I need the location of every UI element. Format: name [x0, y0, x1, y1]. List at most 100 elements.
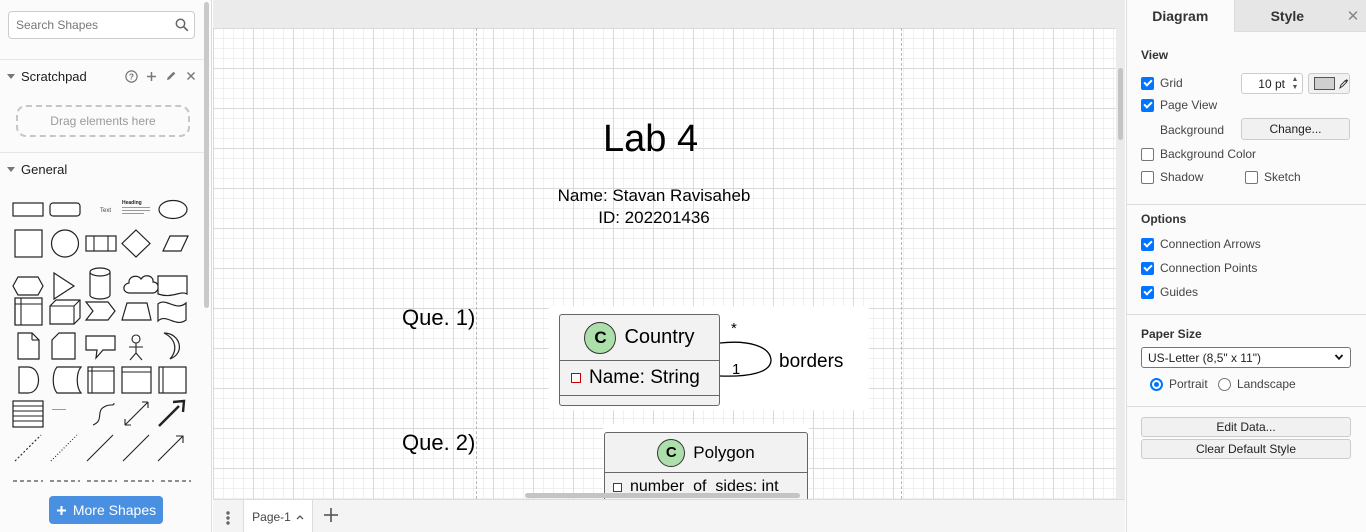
- sidebar-scrollbar[interactable]: [204, 2, 209, 308]
- chevron-up-icon[interactable]: ▲: [1292, 76, 1299, 83]
- shape-cylinder[interactable]: [89, 267, 111, 300]
- multiplicity-one-label[interactable]: 1: [732, 361, 740, 378]
- shape-container[interactable]: [14, 297, 43, 326]
- shadow-checkbox-box[interactable]: [1141, 170, 1154, 184]
- canvas-vertical-scrollbar[interactable]: [1118, 68, 1123, 140]
- paper-size-title: Paper Size: [1141, 327, 1202, 341]
- close-icon[interactable]: [184, 69, 198, 83]
- shape-square[interactable]: [14, 229, 43, 258]
- add-icon[interactable]: [144, 69, 158, 83]
- country-class-shape[interactable]: C Country Name: String: [559, 314, 720, 406]
- edit-data-button[interactable]: Edit Data...: [1141, 417, 1351, 437]
- shape-frame[interactable]: [121, 366, 152, 394]
- chevron-down-icon[interactable]: ▼: [1292, 84, 1299, 91]
- shape-note[interactable]: [17, 332, 40, 360]
- general-header[interactable]: General: [0, 152, 204, 185]
- shape-step[interactable]: [84, 301, 116, 321]
- page-view-checkbox-box[interactable]: [1141, 98, 1154, 112]
- change-background-button[interactable]: Change...: [1241, 118, 1350, 140]
- guides-checkbox-box[interactable]: [1141, 285, 1154, 299]
- shape-cube[interactable]: [49, 299, 81, 325]
- shape-list[interactable]: [12, 400, 44, 428]
- tab-style[interactable]: Style: [1233, 0, 1341, 32]
- search-shapes-input[interactable]: [8, 11, 195, 39]
- portrait-radio[interactable]: Portrait: [1150, 377, 1208, 391]
- search-icon[interactable]: [175, 18, 189, 32]
- question-1-label[interactable]: Que. 1): [402, 305, 475, 331]
- polygon-class-shape[interactable]: C Polygon number_of_sides: int: [604, 432, 808, 499]
- page-view-checkbox[interactable]: Page View: [1141, 98, 1217, 112]
- shape-trapezoid[interactable]: [121, 302, 152, 321]
- connection-arrows-checkbox[interactable]: Connection Arrows: [1141, 237, 1261, 251]
- shape-rectangle[interactable]: [12, 202, 44, 217]
- connection-points-checkbox-box[interactable]: [1141, 261, 1154, 275]
- multiplicity-many-label[interactable]: *: [731, 320, 737, 337]
- shape-stored-data[interactable]: [52, 366, 83, 394]
- association-role-label[interactable]: borders: [779, 351, 843, 373]
- shape-circle[interactable]: [50, 229, 80, 258]
- shape-bidirectional-connector[interactable]: [122, 434, 150, 462]
- canvas-horizontal-scrollbar[interactable]: [525, 493, 800, 498]
- scratchpad-drop-zone[interactable]: Drag elements here: [16, 105, 190, 137]
- grid-checkbox[interactable]: Grid: [1141, 76, 1183, 90]
- shape-callout[interactable]: [85, 335, 116, 360]
- grid-size-input[interactable]: 10 pt ▲ ▼: [1241, 73, 1303, 94]
- diagram-canvas[interactable]: Lab 4 Name: Stavan Ravisaheb ID: 2022014…: [213, 0, 1125, 499]
- shape-cloud[interactable]: [123, 275, 159, 294]
- shape-or[interactable]: [163, 332, 180, 360]
- edit-pencil-icon[interactable]: [164, 69, 178, 83]
- shape-parallelogram[interactable]: [162, 235, 189, 252]
- help-icon[interactable]: ?: [124, 69, 138, 83]
- student-id-text[interactable]: ID: 202201436: [551, 208, 757, 228]
- sketch-checkbox-box[interactable]: [1245, 170, 1258, 184]
- paper-size-value: US-Letter (8,5" x 11"): [1148, 350, 1262, 365]
- shape-delay[interactable]: [18, 366, 40, 394]
- shape-ellipse[interactable]: [158, 199, 188, 220]
- clear-default-style-button[interactable]: Clear Default Style: [1141, 439, 1351, 459]
- shape-heading[interactable]: Heading: [122, 200, 142, 206]
- more-shapes-button[interactable]: More Shapes: [49, 496, 163, 524]
- shape-document[interactable]: [157, 275, 188, 297]
- connection-points-checkbox[interactable]: Connection Points: [1141, 261, 1257, 275]
- shape-line[interactable]: [86, 434, 114, 462]
- pages-menu-icon[interactable]: [223, 510, 233, 526]
- page-tab-1[interactable]: Page-1: [243, 500, 313, 532]
- shape-triangle[interactable]: [53, 271, 76, 301]
- question-2-label[interactable]: Que. 2): [402, 430, 475, 456]
- connection-arrows-checkbox-box[interactable]: [1141, 237, 1154, 251]
- shape-dashed-line[interactable]: [14, 434, 42, 462]
- shape-process[interactable]: [85, 235, 117, 252]
- landscape-radio[interactable]: Landscape: [1218, 377, 1296, 391]
- shape-actor[interactable]: [129, 334, 143, 361]
- add-page-icon[interactable]: [323, 507, 339, 523]
- landscape-radio-button[interactable]: [1218, 377, 1231, 391]
- shape-text[interactable]: Text: [100, 208, 111, 214]
- shape-hexagon[interactable]: [12, 276, 44, 296]
- shape-dotted-line[interactable]: [50, 434, 78, 462]
- shape-rounded-rectangle[interactable]: [49, 202, 81, 217]
- shape-arrow[interactable]: [158, 399, 186, 427]
- shape-bidirectional-arrow[interactable]: [124, 401, 149, 426]
- portrait-radio-button[interactable]: [1150, 377, 1163, 391]
- student-name-text[interactable]: Name: Stavan Ravisaheb: [551, 186, 757, 206]
- shape-directional-connector[interactable]: [157, 435, 184, 462]
- grid-size-stepper[interactable]: ▲ ▼: [1290, 76, 1300, 91]
- shape-diamond[interactable]: [121, 229, 151, 258]
- shape-card[interactable]: [51, 332, 76, 360]
- paper-size-select[interactable]: US-Letter (8,5" x 11"): [1141, 347, 1351, 368]
- sketch-checkbox[interactable]: Sketch: [1245, 170, 1301, 184]
- close-panel-icon[interactable]: ✕: [1340, 0, 1366, 32]
- tab-diagram[interactable]: Diagram: [1127, 0, 1234, 32]
- guides-checkbox[interactable]: Guides: [1141, 285, 1198, 299]
- shadow-checkbox[interactable]: Shadow: [1141, 170, 1203, 184]
- diagram-title-text[interactable]: Lab 4: [603, 118, 698, 161]
- borders-association-edge[interactable]: [718, 340, 788, 380]
- scratchpad-header[interactable]: Scratchpad ?: [0, 59, 204, 92]
- chevron-up-icon[interactable]: [296, 514, 304, 520]
- background-color-checkbox-box[interactable]: [1141, 147, 1154, 161]
- shape-curve[interactable]: [92, 402, 115, 426]
- grid-color-button[interactable]: [1308, 73, 1350, 94]
- grid-checkbox-box[interactable]: [1141, 76, 1154, 90]
- background-color-checkbox[interactable]: Background Color: [1141, 147, 1256, 161]
- shape-tape[interactable]: [157, 301, 187, 324]
